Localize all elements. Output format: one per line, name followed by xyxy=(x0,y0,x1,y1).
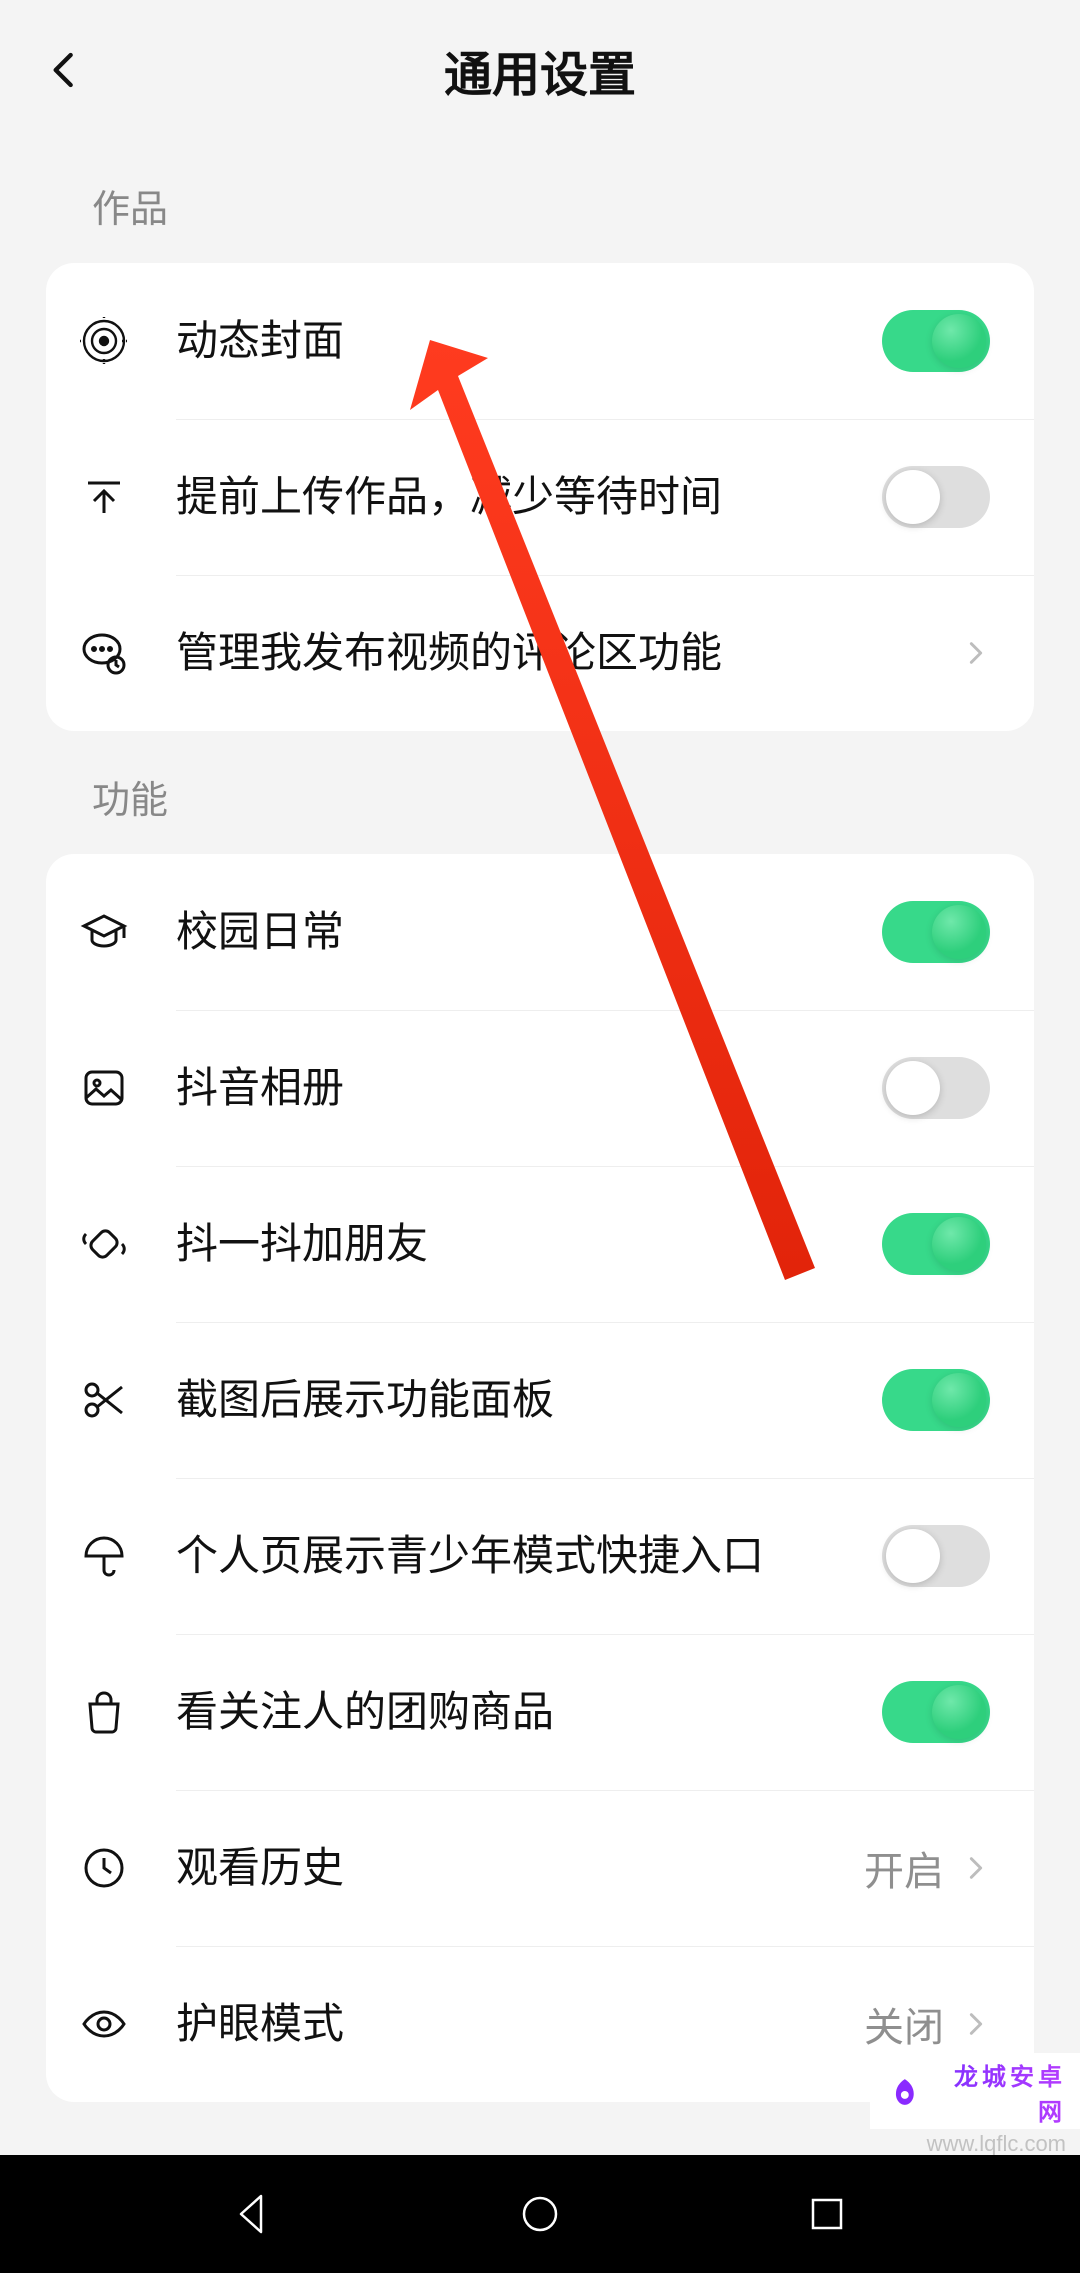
row-douyin-album[interactable]: 抖音相册 xyxy=(46,1010,1034,1166)
row-teen-mode-shortcut[interactable]: 个人页展示青少年模式快捷入口 xyxy=(46,1478,1034,1634)
umbrella-icon xyxy=(76,1528,132,1584)
row-manage-comments[interactable]: 管理我发布视频的评论区功能 xyxy=(46,575,1034,731)
row-watch-history[interactable]: 观看历史 开启 xyxy=(46,1790,1034,1946)
comment-settings-icon xyxy=(76,625,132,681)
row-preupload[interactable]: 提前上传作品，减少等待时间 xyxy=(46,419,1034,575)
shopping-bag-icon xyxy=(76,1684,132,1740)
toggle-screenshot-panel[interactable] xyxy=(882,1369,990,1431)
row-label: 校园日常 xyxy=(176,903,882,962)
row-screenshot-panel[interactable]: 截图后展示功能面板 xyxy=(46,1322,1034,1478)
chevron-right-icon xyxy=(962,639,990,667)
clock-icon xyxy=(76,1840,132,1896)
section-header-works: 作品 xyxy=(0,140,1080,263)
nav-back-button[interactable] xyxy=(213,2174,293,2254)
section-header-features: 功能 xyxy=(0,731,1080,854)
toggle-douyin-album[interactable] xyxy=(882,1057,990,1119)
row-dynamic-cover[interactable]: 动态封面 xyxy=(46,263,1034,419)
upload-icon xyxy=(76,469,132,525)
nav-home-button[interactable] xyxy=(500,2174,580,2254)
row-label: 截图后展示功能面板 xyxy=(176,1371,882,1430)
row-label: 看关注人的团购商品 xyxy=(176,1683,882,1742)
nav-recent-button[interactable] xyxy=(787,2174,867,2254)
image-icon xyxy=(76,1060,132,1116)
toggle-campus[interactable] xyxy=(882,901,990,963)
row-shake-friend[interactable]: 抖一抖加朋友 xyxy=(46,1166,1034,1322)
features-card: 校园日常 抖音相册 抖一抖加朋友 截图后展示功能面板 个人页展示青少年模式快捷入… xyxy=(46,854,1034,2102)
row-campus[interactable]: 校园日常 xyxy=(46,854,1034,1010)
graduation-cap-icon xyxy=(76,904,132,960)
chevron-right-icon xyxy=(962,2010,990,2038)
target-icon xyxy=(76,313,132,369)
back-icon xyxy=(44,50,84,90)
row-label: 观看历史 xyxy=(176,1839,864,1898)
page-title: 通用设置 xyxy=(0,35,1080,105)
shake-icon xyxy=(76,1216,132,1272)
row-followed-groupbuy[interactable]: 看关注人的团购商品 xyxy=(46,1634,1034,1790)
row-label: 抖一抖加朋友 xyxy=(176,1215,882,1274)
watermark-brand: 龙城安卓网 xyxy=(928,2057,1066,2127)
row-value: 关闭 xyxy=(864,1995,944,2053)
eye-icon xyxy=(76,1996,132,2052)
watermark: 龙城安卓网 www.lqflc.com xyxy=(870,2053,1080,2157)
row-label: 提前上传作品，减少等待时间 xyxy=(176,468,882,527)
row-label: 个人页展示青少年模式快捷入口 xyxy=(176,1527,882,1586)
watermark-logo-icon xyxy=(890,2077,920,2107)
row-label: 护眼模式 xyxy=(176,1995,864,2054)
toggle-shake-friend[interactable] xyxy=(882,1213,990,1275)
row-label: 抖音相册 xyxy=(176,1059,882,1118)
watermark-url: www.lqflc.com xyxy=(870,2129,1080,2157)
works-card: 动态封面 提前上传作品，减少等待时间 管理我发布视频的评论区功能 xyxy=(46,263,1034,731)
toggle-teen-mode-shortcut[interactable] xyxy=(882,1525,990,1587)
chevron-right-icon xyxy=(962,1854,990,1882)
toggle-followed-groupbuy[interactable] xyxy=(882,1681,990,1743)
toggle-dynamic-cover[interactable] xyxy=(882,310,990,372)
system-navbar xyxy=(0,2155,1080,2273)
row-value: 开启 xyxy=(864,1839,944,1897)
row-label: 动态封面 xyxy=(176,312,882,371)
row-label: 管理我发布视频的评论区功能 xyxy=(176,624,962,683)
back-button[interactable] xyxy=(34,40,94,100)
toggle-preupload[interactable] xyxy=(882,466,990,528)
scissors-icon xyxy=(76,1372,132,1428)
